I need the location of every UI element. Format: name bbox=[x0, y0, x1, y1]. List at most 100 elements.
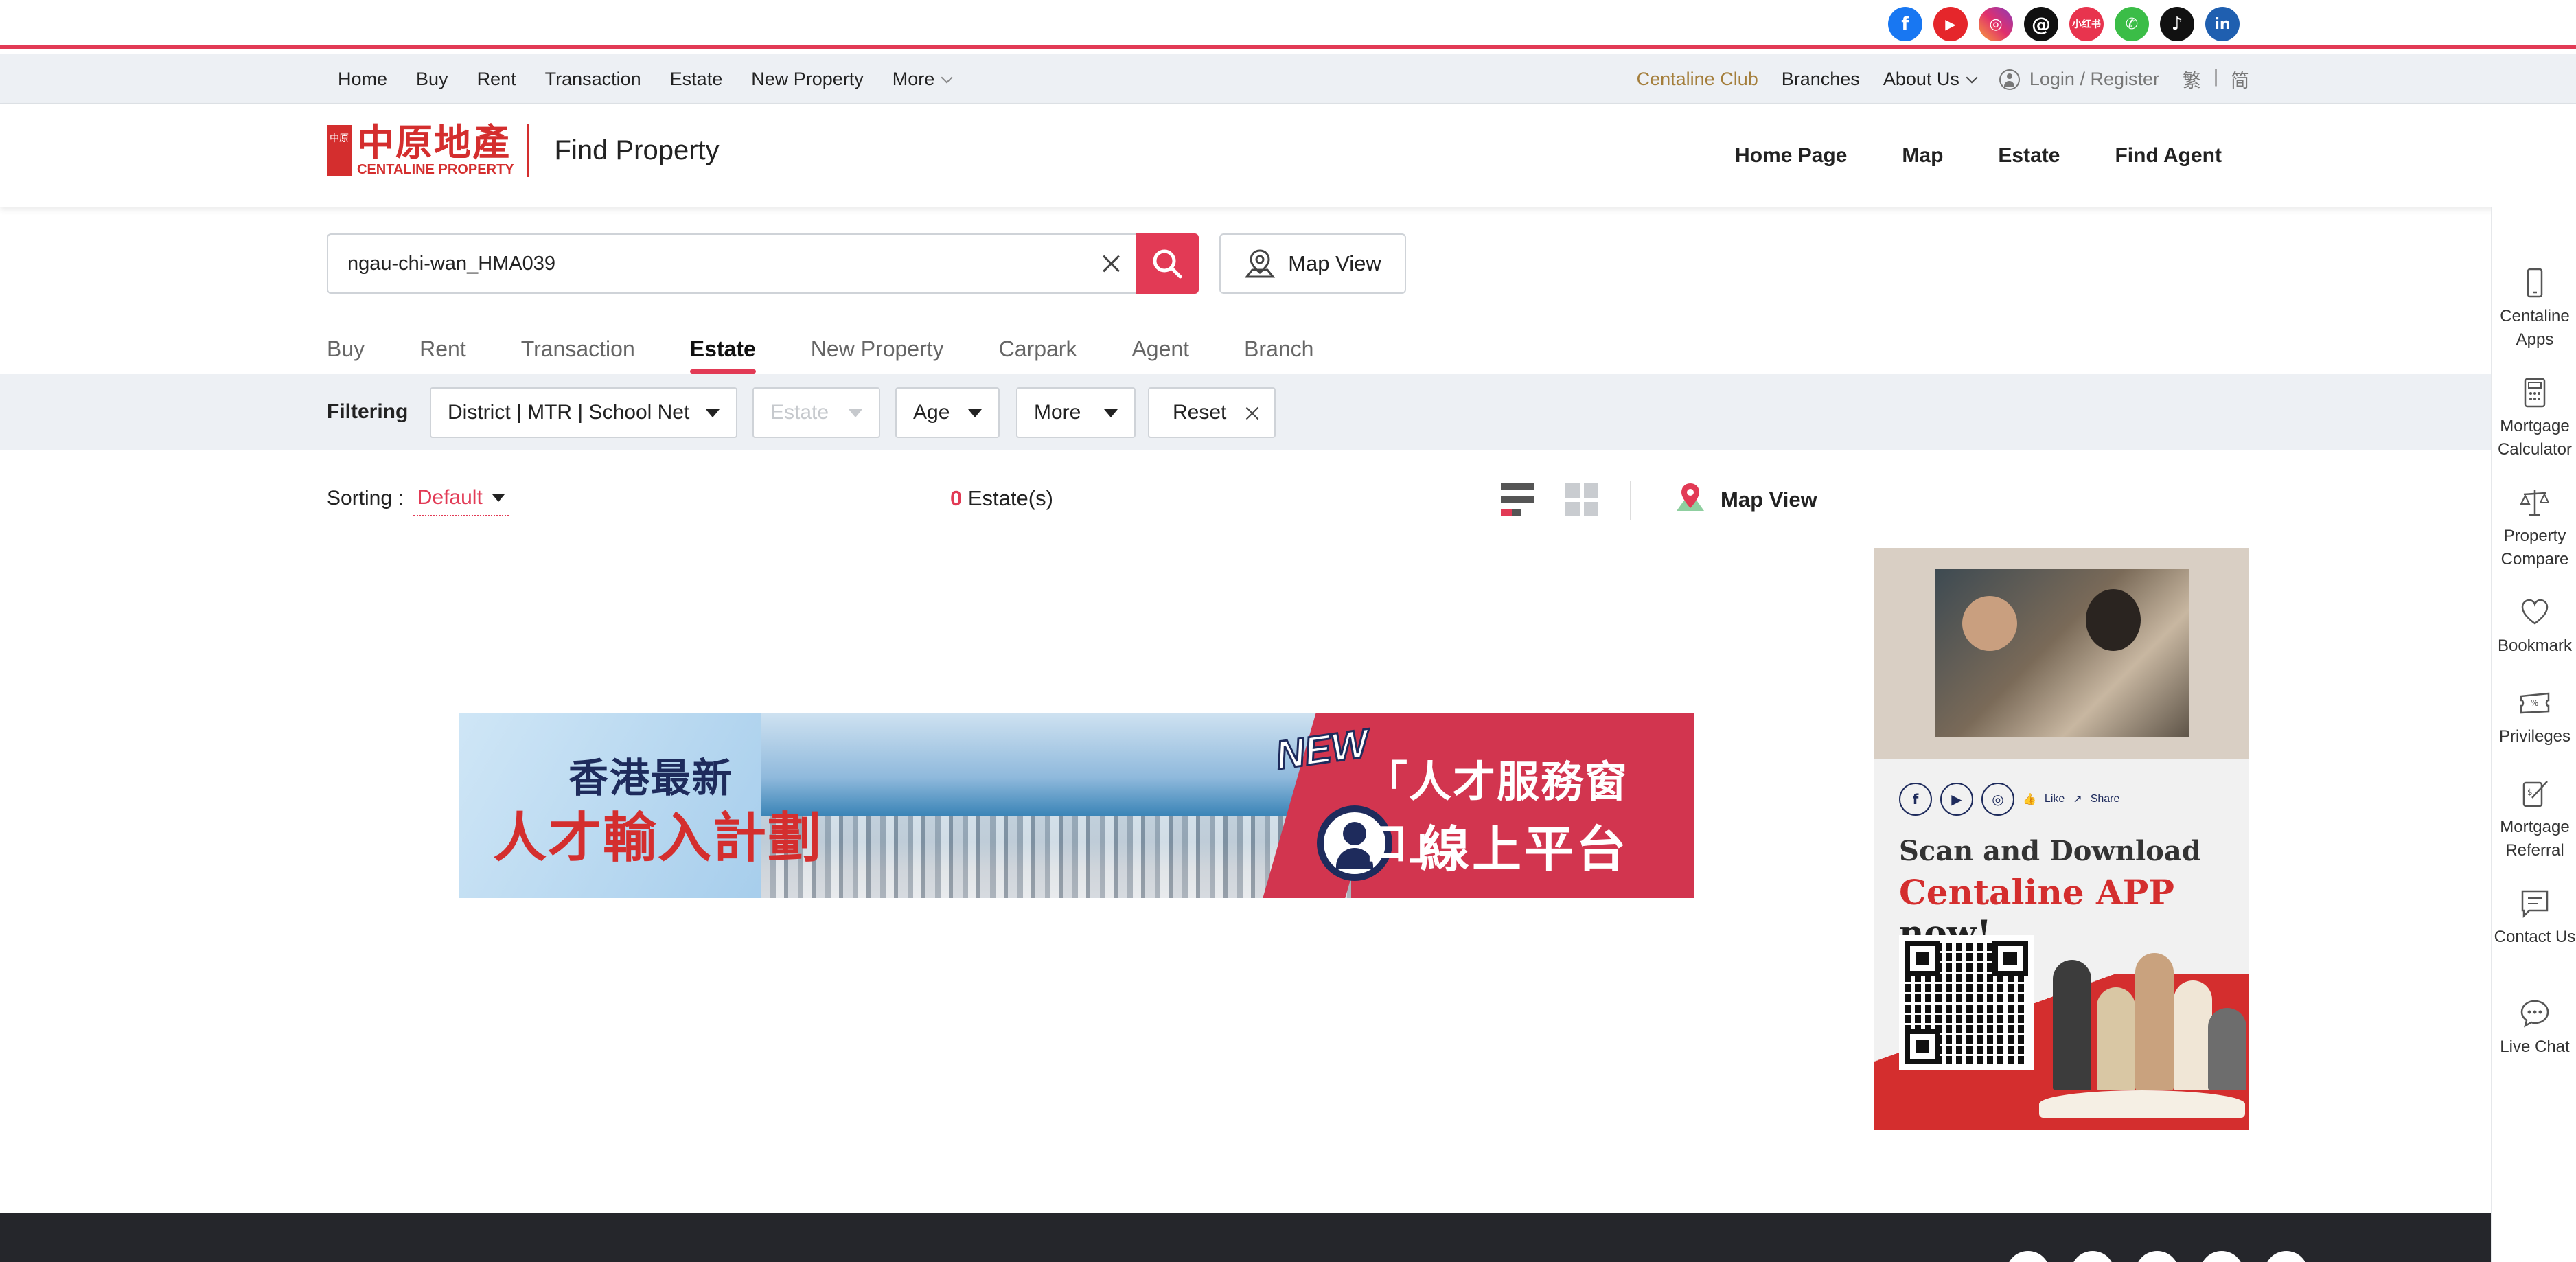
tab-transaction[interactable]: Transaction bbox=[521, 330, 635, 374]
lang-traditional[interactable]: 繁 bbox=[2183, 66, 2201, 93]
centaline-club-link[interactable]: Centaline Club bbox=[1637, 69, 1758, 90]
youtube-icon[interactable]: ▶ bbox=[1933, 7, 1968, 41]
header-nav-home-page[interactable]: Home Page bbox=[1735, 144, 1847, 168]
centaline-app-ad[interactable]: f ▶ ◎ 👍 Like ↗ Share Scan and Download C… bbox=[1874, 548, 2249, 1130]
social-bar: f ▶ ◎ @ 小红书 ✆ ♪ in bbox=[0, 0, 2576, 49]
footer-social-icon[interactable] bbox=[2264, 1251, 2308, 1262]
clear-search-icon[interactable] bbox=[1096, 249, 1126, 279]
instagram-icon: ◎ bbox=[1981, 783, 2014, 816]
ad-book bbox=[2039, 1090, 2245, 1118]
header-nav: Home Page Map Estate Find Agent bbox=[1735, 104, 2222, 207]
lang-separator: | bbox=[2213, 66, 2218, 87]
talent-scheme-banner[interactable]: 香港最新 人才輸入計劃 NEW 「人才服務窗口」 線上平台 bbox=[459, 713, 1694, 898]
threads-icon[interactable]: @ bbox=[2024, 7, 2058, 41]
result-count-number: 0 bbox=[950, 486, 963, 510]
footer-social-icon[interactable] bbox=[2135, 1251, 2179, 1262]
heart-icon bbox=[2521, 599, 2549, 625]
top-nav-buy[interactable]: Buy bbox=[416, 69, 448, 90]
branches-link[interactable]: Branches bbox=[1782, 69, 1860, 90]
header-nav-find-agent[interactable]: Find Agent bbox=[2115, 144, 2222, 168]
ticket-icon: % bbox=[2520, 692, 2550, 714]
header-nav-estate[interactable]: Estate bbox=[1998, 144, 2060, 168]
sorting-label: Sorting : bbox=[327, 487, 404, 509]
chat-icon bbox=[2520, 1000, 2549, 1028]
more-filter-label: More bbox=[1034, 401, 1081, 424]
top-nav-estate[interactable]: Estate bbox=[670, 69, 723, 90]
search-icon bbox=[1153, 249, 1182, 279]
phone-icon bbox=[2527, 268, 2543, 298]
about-us-menu[interactable]: About Us bbox=[1883, 69, 1978, 90]
lang-simplified[interactable]: 简 bbox=[2231, 66, 2249, 93]
wechat-icon[interactable]: ✆ bbox=[2115, 7, 2149, 41]
tab-estate[interactable]: Estate bbox=[689, 330, 756, 374]
logo-divider bbox=[526, 124, 529, 177]
top-nav: Home Buy Rent Transaction Estate New Pro… bbox=[0, 54, 2576, 104]
youtube-icon: ▶ bbox=[1940, 783, 1973, 816]
tab-rent[interactable]: Rent bbox=[419, 330, 466, 374]
sorting-select[interactable]: Default bbox=[413, 486, 509, 516]
filter-label: Filtering bbox=[327, 400, 409, 423]
side-mortgage-calculator[interactable]: Mortgage Calculator bbox=[2492, 376, 2576, 461]
svg-text:$: $ bbox=[2527, 788, 2533, 797]
linkedin-icon[interactable]: in bbox=[2205, 7, 2240, 41]
side-mortgage-calculator-label: Mortgage Calculator bbox=[2497, 417, 2573, 459]
login-register-link[interactable]: Login / Register bbox=[1999, 69, 2159, 90]
instagram-icon[interactable]: ◎ bbox=[1979, 7, 2013, 41]
logo-seal: 中原 bbox=[327, 125, 352, 176]
message-icon bbox=[2521, 890, 2549, 919]
tab-branch[interactable]: Branch bbox=[1244, 330, 1313, 374]
scale-icon bbox=[2520, 490, 2550, 516]
close-icon bbox=[1244, 405, 1261, 422]
thumbs-up-icon: 👍 bbox=[2023, 794, 2036, 805]
side-mortgage-referral[interactable]: $ Mortgage Referral bbox=[2492, 777, 2576, 862]
search-box bbox=[327, 233, 1199, 294]
side-property-compare[interactable]: Property Compare bbox=[2492, 486, 2576, 571]
side-live-chat[interactable]: Live Chat bbox=[2492, 997, 2576, 1059]
top-nav-more-label: More bbox=[892, 69, 935, 89]
side-centaline-apps[interactable]: Centaline Apps bbox=[2492, 266, 2576, 352]
property-tabs: Buy Rent Transaction Estate New Property… bbox=[327, 330, 1313, 374]
ad-social-row: f ▶ ◎ 👍 Like ↗ Share bbox=[1899, 783, 2119, 816]
more-filter[interactable]: More bbox=[1016, 387, 1136, 438]
footer-social-icon[interactable] bbox=[2200, 1251, 2244, 1262]
ad-app-name: Centaline APP bbox=[1899, 872, 2175, 913]
ad-like-label: Like bbox=[2044, 793, 2065, 805]
side-privileges[interactable]: % Privileges bbox=[2492, 687, 2576, 748]
footer-social-icon[interactable] bbox=[2006, 1251, 2050, 1262]
top-nav-transaction[interactable]: Transaction bbox=[545, 69, 641, 90]
footer-social-icon[interactable] bbox=[2071, 1251, 2115, 1262]
facebook-icon[interactable]: f bbox=[1888, 7, 1922, 41]
ad-top-panel bbox=[1874, 548, 2249, 759]
caret-down-icon bbox=[1104, 409, 1118, 417]
logo-chinese: 中原地產 bbox=[357, 122, 511, 163]
top-nav-home[interactable]: Home bbox=[338, 69, 387, 90]
user-icon bbox=[1999, 69, 2020, 90]
grid-view-icon[interactable] bbox=[1565, 483, 1598, 516]
age-filter[interactable]: Age bbox=[895, 387, 1000, 438]
search-button[interactable] bbox=[1136, 233, 1199, 294]
reset-label: Reset bbox=[1173, 401, 1227, 424]
tab-carpark[interactable]: Carpark bbox=[999, 330, 1077, 374]
side-contact-us[interactable]: Contact Us bbox=[2492, 887, 2576, 949]
side-bookmark[interactable]: Bookmark bbox=[2492, 596, 2576, 658]
tab-buy[interactable]: Buy bbox=[327, 330, 365, 374]
xiaohongshu-icon[interactable]: 小红书 bbox=[2069, 7, 2104, 41]
top-nav-rent[interactable]: Rent bbox=[477, 69, 516, 90]
district-filter[interactable]: District | MTR | School Net bbox=[430, 387, 737, 438]
results-map-view-button[interactable]: Map View bbox=[1672, 481, 1817, 519]
search-input[interactable] bbox=[347, 235, 1034, 292]
top-nav-more[interactable]: More bbox=[892, 69, 953, 90]
qr-code bbox=[1899, 935, 2034, 1070]
list-view-icon[interactable] bbox=[1501, 483, 1534, 516]
side-mortgage-referral-label: Mortgage Referral bbox=[2500, 818, 2570, 860]
age-filter-label: Age bbox=[913, 401, 950, 424]
header-nav-map[interactable]: Map bbox=[1902, 144, 1943, 168]
top-nav-new-property[interactable]: New Property bbox=[751, 69, 864, 90]
reset-button[interactable]: Reset bbox=[1148, 387, 1276, 438]
tab-new-property[interactable]: New Property bbox=[811, 330, 944, 374]
centaline-logo[interactable]: 中原 中原地產 CENTALINE PROPERTY Find Property bbox=[327, 124, 720, 177]
tab-agent[interactable]: Agent bbox=[1131, 330, 1189, 374]
tiktok-icon[interactable]: ♪ bbox=[2160, 7, 2194, 41]
map-pin-icon bbox=[1245, 249, 1276, 278]
map-view-button[interactable]: Map View bbox=[1219, 233, 1406, 294]
